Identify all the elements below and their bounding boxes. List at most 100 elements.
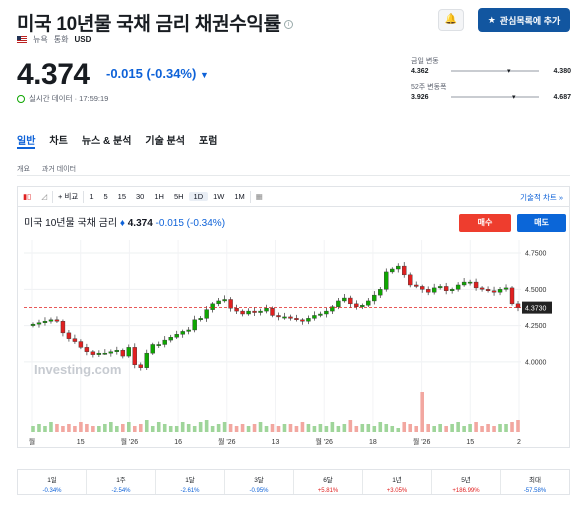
candle-body: [90, 351, 96, 355]
week52-range-bar: [451, 96, 539, 98]
candle-body: [372, 294, 377, 302]
candle-body: [126, 347, 131, 357]
candle-body: [467, 281, 473, 284]
tab-technical[interactable]: 기술 분석: [145, 132, 185, 147]
candle-body: [216, 300, 221, 305]
performance-value: -0.95%: [249, 488, 269, 494]
volume-bar: [282, 424, 287, 432]
performance-period: 1년: [392, 477, 402, 484]
volume-bar: [336, 426, 341, 432]
performance-cell: 1일 -0.34%: [18, 470, 87, 494]
candle-icon[interactable]: ▮▯: [18, 192, 36, 201]
candle-body: [222, 299, 227, 302]
volume-bar: [462, 426, 466, 432]
performance-cell: 6달 +5.81%: [294, 470, 363, 494]
tab-overview[interactable]: 일반: [17, 132, 35, 147]
volume-bar: [234, 426, 239, 432]
performance-strip: 1일 -0.34% 1주 -2.54% 1달 -2.61% 3달 -0.95% 6달 +5.81%…: [17, 469, 570, 495]
performance-period: 3달: [254, 477, 264, 484]
alert-bell-button[interactable]: 🔔: [438, 9, 464, 31]
volume-bar: [450, 424, 454, 432]
performance-cell: 3달 -0.95%: [225, 470, 294, 494]
interval-5h[interactable]: 5H: [169, 192, 189, 201]
info-icon[interactable]: i: [283, 20, 293, 30]
volume-bar: [162, 424, 167, 432]
volume-bar: [79, 422, 83, 432]
buy-button[interactable]: 매도: [517, 214, 566, 232]
performance-cell: 최대 -57.58%: [501, 470, 569, 494]
interval-5[interactable]: 5: [98, 192, 112, 201]
candle-body: [252, 310, 257, 313]
compare-button[interactable]: + 비교: [53, 191, 83, 202]
area-icon[interactable]: ◿: [36, 192, 52, 201]
candle-body: [228, 299, 233, 309]
interval-1m[interactable]: 1M: [229, 192, 249, 201]
performance-value: +186.99%: [452, 488, 480, 494]
candle-body: [78, 341, 84, 348]
volume-bar: [504, 424, 508, 432]
volume-bar: [252, 424, 257, 432]
subtab-summary[interactable]: 개요: [17, 164, 30, 174]
volume-bar: [432, 426, 436, 432]
subtab-history[interactable]: 과거 데이터: [42, 164, 76, 174]
price-chart[interactable]: 4.7500 4.5000 4.2500 4.0000 월 15 월 '26 16 월 '26 1…: [18, 234, 569, 448]
candle-body: [473, 281, 479, 289]
bell-plus-icon: 🔔: [444, 14, 458, 25]
technical-chart-link[interactable]: 기술적 차트 »: [520, 192, 563, 203]
active-tab-indicator: [17, 147, 35, 149]
volume-bar: [216, 424, 221, 432]
candle-body: [497, 289, 503, 293]
candle-body: [491, 290, 497, 293]
candle-body: [425, 289, 431, 293]
realtime-status: 실시간 데이터 · 17:59:19: [17, 93, 108, 104]
volume-bar: [306, 424, 311, 432]
candle-body: [96, 352, 102, 355]
interval-15[interactable]: 15: [113, 192, 131, 201]
add-to-watchlist-button[interactable]: ★ 관심목록에 추가: [478, 8, 570, 32]
sell-button[interactable]: 매수: [459, 214, 511, 232]
interval-1[interactable]: 1: [84, 192, 98, 201]
volume-bar: [378, 422, 383, 432]
table-icon[interactable]: ▦: [251, 192, 268, 201]
chart-widget: ▮▯ ◿ + 비교 1 5 15 30 1H 5H 1D 1W 1M ▦ 기술적…: [17, 186, 570, 448]
interval-1d[interactable]: 1D: [188, 192, 209, 201]
main-tabs: 일반 차트 뉴스 & 분석 기술 분석 포럼: [17, 132, 217, 147]
performance-value: -57.58%: [523, 488, 547, 494]
volume-bar: [186, 424, 191, 432]
volume-bar: [402, 422, 407, 432]
volume-bar: [468, 424, 472, 432]
candle-body: [102, 352, 108, 355]
day-range-high: 4.380: [553, 68, 571, 75]
volume-bar: [270, 424, 275, 432]
week52-range-low: 3.926: [411, 94, 429, 101]
tab-news[interactable]: 뉴스 & 분석: [82, 132, 132, 147]
candle-body: [384, 271, 389, 290]
candle-body: [66, 332, 72, 339]
y-tick-label: 4.5000: [525, 287, 547, 294]
volume-bar: [264, 426, 269, 432]
volume-bar: [132, 426, 137, 432]
performance-period: 1주: [116, 477, 126, 484]
interval-30[interactable]: 30: [131, 192, 149, 201]
volume-bar: [330, 422, 335, 432]
performance-value: -2.61%: [180, 488, 200, 494]
week52-range-label: 52주 변동폭: [411, 84, 447, 91]
performance-period: 1달: [185, 477, 195, 484]
x-tick-label: 15: [77, 439, 85, 446]
y-tick-label: 4.2500: [525, 323, 547, 330]
tab-forum[interactable]: 포럼: [199, 132, 217, 147]
interval-1w[interactable]: 1W: [208, 192, 229, 201]
volume-bar: [138, 424, 143, 432]
candle-body: [318, 313, 323, 316]
volume-bar: [43, 426, 47, 432]
us-flag-icon: [17, 36, 27, 43]
interval-1h[interactable]: 1H: [149, 192, 169, 201]
candle-body: [258, 310, 263, 313]
chart-toolbar: ▮▯ ◿ + 비교 1 5 15 30 1H 5H 1D 1W 1M ▦ 기술적…: [18, 187, 569, 207]
candle-body: [162, 339, 167, 345]
candle-body: [300, 319, 305, 322]
tab-chart[interactable]: 차트: [49, 132, 67, 147]
candle-body: [378, 289, 383, 296]
volume-bar: [372, 426, 377, 432]
sub-tabs: 개요 과거 데이터: [17, 164, 76, 174]
